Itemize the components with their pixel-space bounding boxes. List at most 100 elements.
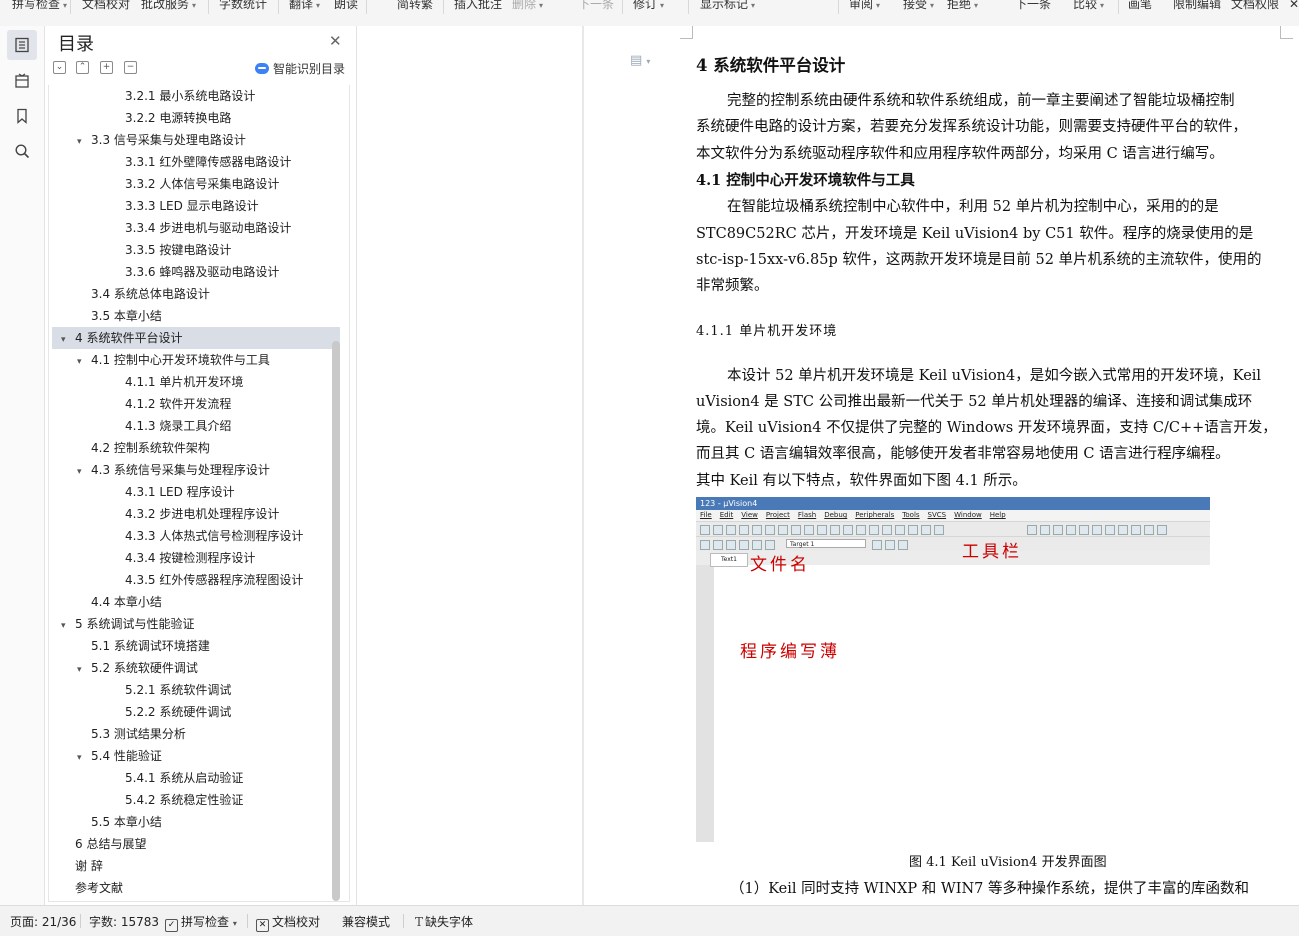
ribbon-spellcheck[interactable]: 拼写检查 ▾ — [12, 0, 67, 14]
figure-keil-screenshot[interactable]: 123 - µVision4 File Edit View Project Flash D… — [696, 497, 1210, 842]
toc-item[interactable]: 4.1.2 软件开发流程 — [111, 393, 231, 415]
ribbon-word-count[interactable]: 字数统计 — [219, 0, 267, 14]
toc-item[interactable]: ▾ 4 系统软件平台设计 — [52, 327, 340, 349]
paragraph-line: uVision4 是 STC 公司推出最新一代关于 52 单片机处理器的编译、连… — [696, 394, 1253, 410]
toc-item[interactable]: 3.3.6 蜂鸣器及驱动电路设计 — [111, 261, 279, 283]
toc-item[interactable]: ▾ 3.3 信号采集与处理电路设计 — [77, 129, 246, 151]
chevron-down-icon[interactable]: ▾ — [77, 461, 91, 483]
search-icon[interactable] — [7, 136, 37, 166]
toc-scrollbar[interactable] — [332, 341, 340, 901]
toc-item[interactable]: 4.2 控制系统软件架构 — [77, 437, 210, 459]
expand-up-icon[interactable]: ⌃ — [76, 61, 89, 74]
add-heading-icon[interactable]: + — [100, 61, 113, 74]
ribbon-correction-service[interactable]: 批改服务 ▾ — [141, 0, 196, 14]
toc-item-label: 5.4 性能验证 — [91, 749, 162, 763]
missing-font-button[interactable]: T 缺失字体 — [415, 913, 473, 930]
ribbon-pen[interactable]: 画笔 — [1128, 0, 1152, 14]
figure-toolbar-icon — [843, 525, 853, 535]
toc-item[interactable]: 3.3.4 步进电机与驱动电路设计 — [111, 217, 291, 239]
ribbon-divider — [688, 0, 689, 14]
chevron-down-icon[interactable]: ▾ — [61, 615, 75, 637]
document-icon[interactable]: ▤ ▾ — [630, 53, 650, 68]
chevron-down-icon[interactable]: ▾ — [61, 329, 75, 351]
toc-panel-icon[interactable] — [7, 30, 37, 60]
ribbon-track-changes[interactable]: 修订 ▾ — [633, 0, 664, 14]
toc-item[interactable]: ▾ 5.4 性能验证 — [77, 745, 162, 767]
toc-item[interactable]: 5.3 测试结果分析 — [77, 723, 186, 745]
paragraph-line: 境。Keil uVision4 不仅提供了完整的 Windows 开发环境界面，… — [696, 420, 1277, 436]
ribbon-review[interactable]: 审阅 ▾ — [849, 0, 880, 14]
ribbon-translate[interactable]: 翻译 ▾ — [289, 0, 320, 14]
ribbon-show-markup[interactable]: 显示标记 ▾ — [700, 0, 755, 14]
paragraph-line: 其中 Keil 有以下特点，软件界面如下图 4.1 所示。 — [696, 473, 1027, 489]
toc-item[interactable]: 4.1.1 单片机开发环境 — [111, 371, 243, 393]
toc-item[interactable]: 4.3.5 红外传感器程序流程图设计 — [111, 569, 303, 591]
ribbon-reject[interactable]: 拒绝 ▾ — [947, 0, 978, 14]
toc-item[interactable]: 3.4 系统总体电路设计 — [77, 283, 210, 305]
toc-item[interactable]: 4.3.4 按键检测程序设计 — [111, 547, 255, 569]
toc-item[interactable]: 参考文献 — [61, 877, 123, 899]
toc-item[interactable]: ▾ 5 系统调试与性能验证 — [61, 613, 194, 635]
toc-item-label: 4.2 控制系统软件架构 — [91, 441, 210, 455]
toc-item[interactable]: 4.1.3 烧录工具介绍 — [111, 415, 231, 437]
ribbon-read-aloud[interactable]: 朗读 — [334, 0, 358, 14]
ribbon-close-icon[interactable]: ✕ — [1289, 0, 1299, 14]
toc-item[interactable]: 3.3.2 人体信号采集电路设计 — [111, 173, 279, 195]
toc-item[interactable]: 5.1 系统调试环境搭建 — [77, 635, 210, 657]
toc-item-label: 5.4.1 系统从启动验证 — [125, 771, 244, 785]
ribbon-doc-permission[interactable]: 文档权限 — [1231, 0, 1279, 14]
nav-pane-icon[interactable] — [7, 66, 37, 96]
toc-item[interactable]: ▾ 5.2 系统软硬件调试 — [77, 657, 198, 679]
proofread-button[interactable]: ✕ 文档校对 — [256, 913, 320, 932]
chevron-down-icon[interactable]: ▾ — [77, 659, 91, 681]
figure-window-title: 123 - µVision4 — [696, 497, 1210, 510]
chevron-down-icon[interactable]: ▾ — [77, 131, 91, 153]
ribbon-simp-to-trad[interactable]: 简转繁 — [397, 0, 433, 14]
toc-item[interactable]: ▾ 4.1 控制中心开发环境软件与工具 — [77, 349, 270, 371]
toc-item[interactable]: 5.4.1 系统从启动验证 — [111, 767, 243, 789]
remove-heading-icon[interactable]: − — [124, 61, 137, 74]
toc-item[interactable]: 4.3.1 LED 程序设计 — [111, 481, 235, 503]
toc-item[interactable]: 4.3.3 人体热式信号检测程序设计 — [111, 525, 303, 547]
word-count[interactable]: 字数: 15783 — [89, 913, 159, 930]
toc-item[interactable]: 5.2.2 系统硬件调试 — [111, 701, 231, 723]
toc-item[interactable]: 5.2.1 系统软件调试 — [111, 679, 231, 701]
ribbon-next-change[interactable]: 下一条 — [1015, 0, 1051, 14]
toc-item[interactable]: 4.4 本章小结 — [77, 591, 162, 613]
toc-item[interactable]: 3.2.2 电源转换电路 — [111, 107, 231, 129]
figure-menubar: File Edit View Project Flash Debug Peripherals… — [696, 510, 1210, 521]
collapse-all-icon[interactable]: ⌄ — [53, 61, 66, 74]
ribbon-insert-comment[interactable]: 插入批注 — [454, 0, 502, 14]
chevron-down-icon[interactable]: ▾ — [77, 351, 91, 373]
ribbon-restrict-edit[interactable]: 限制编辑 — [1173, 0, 1221, 14]
toc-item[interactable]: 3.2.1 最小系统电路设计 — [111, 85, 255, 107]
ribbon-accept[interactable]: 接受 ▾ — [903, 0, 934, 14]
ribbon-next-comment[interactable]: 下一条 — [578, 0, 614, 14]
page-indicator[interactable]: 页面: 21/36 — [10, 913, 76, 930]
compat-mode[interactable]: 兼容模式 — [342, 913, 390, 930]
toc-item[interactable]: 3.5 本章小结 — [77, 305, 162, 327]
toc-item[interactable]: ▾ 4.3 系统信号采集与处理程序设计 — [77, 459, 270, 481]
chevron-down-icon[interactable]: ▾ — [77, 747, 91, 769]
toc-item[interactable]: 4.3.2 步进电机处理程序设计 — [111, 503, 279, 525]
panel-gutter — [357, 26, 583, 905]
toc-item[interactable]: 5.4.2 系统稳定性验证 — [111, 789, 243, 811]
ribbon-translate-label: 翻译 — [289, 0, 314, 11]
ribbon-divider — [838, 0, 839, 14]
ribbon-delete[interactable]: 删除 ▾ — [512, 0, 543, 14]
toc-item[interactable]: 3.3.1 红外壁障传感器电路设计 — [111, 151, 291, 173]
smart-toc-button[interactable]: 智能识别目录 — [255, 60, 345, 77]
ribbon-compare[interactable]: 比较 ▾ — [1073, 0, 1104, 14]
spellcheck-toggle[interactable]: ✓ 拼写检查 ▾ — [165, 913, 237, 932]
toc-item[interactable]: 3.3.3 LED 显示电路设计 — [111, 195, 259, 217]
toc-item[interactable]: 3.3.5 按键电路设计 — [111, 239, 231, 261]
close-icon[interactable]: ✕ — [329, 32, 342, 50]
toc-item[interactable]: 谢 辞 — [61, 855, 103, 877]
toc-item[interactable]: 6 总结与展望 — [61, 833, 146, 855]
toc-item[interactable]: 5.5 本章小结 — [77, 811, 162, 833]
paragraph-line: 非常频繁。 — [696, 278, 769, 294]
document-page[interactable]: ▤ ▾ 4 系统软件平台设计 完整的控制系统由硬件系统和软件系统组成，前一章主要… — [584, 26, 1299, 905]
figure-menu-item: Project — [765, 511, 790, 519]
ribbon-proofread[interactable]: 文档校对 — [82, 0, 130, 14]
bookmark-icon[interactable] — [7, 101, 37, 131]
